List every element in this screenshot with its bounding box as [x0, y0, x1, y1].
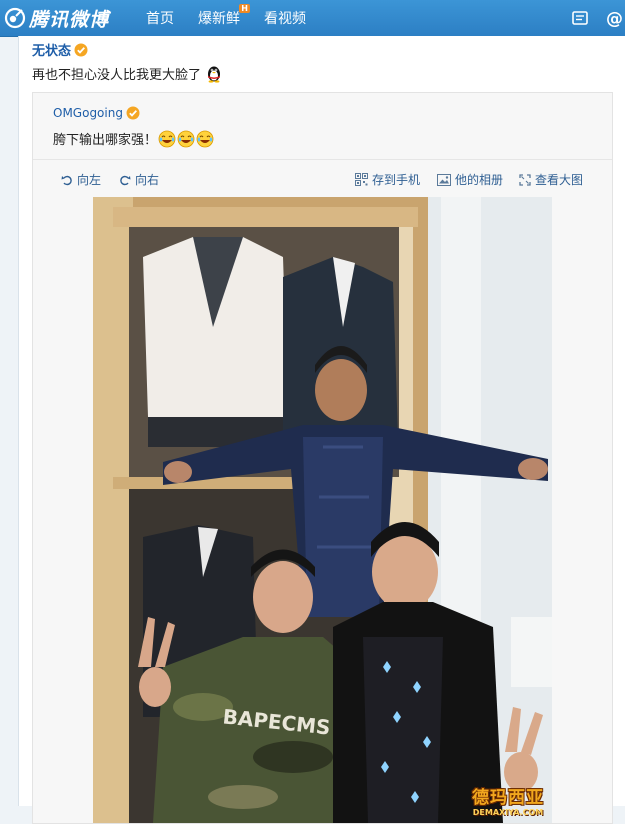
post-author: 无状态 [32, 40, 88, 59]
post-text: 再也不担心没人比我更大脸了 [32, 63, 224, 83]
svg-text:@: @ [606, 9, 623, 28]
photo-image: BAPECMS [93, 197, 552, 823]
author-name[interactable]: 无状态 [32, 40, 71, 59]
view-large-button[interactable]: 查看大图 [519, 171, 583, 188]
save-to-phone-label: 存到手机 [372, 173, 421, 187]
main-nav: 首页 爆新鲜 H 看视频 [146, 0, 330, 36]
message-icon[interactable] [570, 8, 590, 28]
at-icon[interactable]: @ [604, 8, 624, 28]
album-icon [437, 173, 451, 186]
nav-trending[interactable]: 爆新鲜 H [198, 4, 250, 28]
verified-badge-icon [126, 106, 140, 120]
original-author: OMGogoing [53, 106, 140, 120]
original-author-name[interactable]: OMGogoing [53, 106, 123, 120]
feed-card: 无状态 再也不担心没人比我更大脸了 OMGogoing 胯下输出哪家强！ 向左 … [18, 36, 625, 824]
nav-videos[interactable]: 看视频 [264, 8, 306, 28]
site-watermark: 德玛西亚 DEMAXIYA.COM [472, 783, 544, 817]
watermark-main-text: 德玛西亚 [472, 788, 544, 808]
qq-penguin-emoji-icon [208, 66, 221, 83]
rotate-right-label: 向右 [135, 173, 160, 187]
save-to-phone-button[interactable]: 存到手机 [355, 171, 420, 188]
post-photo[interactable]: BAPECMS 德玛西亚 DEMAXIYA.COM [93, 197, 552, 823]
logo[interactable]: 腾讯微博 [4, 5, 109, 31]
laugh-emoji-icon [177, 130, 195, 147]
logo-text: 腾讯微博 [29, 8, 110, 31]
view-large-label: 查看大图 [535, 173, 584, 187]
expand-icon [519, 173, 531, 186]
nav-trending-label: 爆新鲜 [198, 11, 240, 27]
rotate-left-icon [61, 175, 72, 185]
watermark-sub-text: DEMAXIYA.COM [472, 808, 544, 817]
original-post-text: 胯下输出哪家强！ [53, 129, 214, 148]
rotate-right-button[interactable]: 向右 [119, 171, 159, 188]
original-post-text-content: 胯下输出哪家强！ [53, 133, 158, 148]
nav-home[interactable]: 首页 [146, 8, 174, 28]
tencent-weibo-logo-icon [4, 7, 26, 29]
post-text-content: 再也不担心没人比我更大脸了 [32, 67, 202, 83]
laugh-emoji-icon [196, 130, 214, 147]
image-toolbar: 向左 向右 存到手机 他的相册 查看大图 [33, 159, 612, 198]
rotate-right-icon [120, 175, 131, 185]
rotate-left-button[interactable]: 向左 [61, 171, 101, 188]
top-navigation-bar: 腾讯微博 首页 爆新鲜 H 看视频 @ [0, 0, 625, 37]
his-album-button[interactable]: 他的相册 [437, 171, 503, 188]
laugh-emoji-icon [158, 130, 176, 147]
repost-block: OMGogoing 胯下输出哪家强！ 向左 向右 存到手机 他的相册 查看大图 … [32, 92, 613, 824]
hot-badge: H [239, 4, 250, 13]
rotate-left-label: 向左 [77, 173, 102, 187]
qr-code-icon [355, 173, 368, 186]
his-album-label: 他的相册 [455, 173, 504, 187]
verified-badge-icon [74, 43, 88, 56]
